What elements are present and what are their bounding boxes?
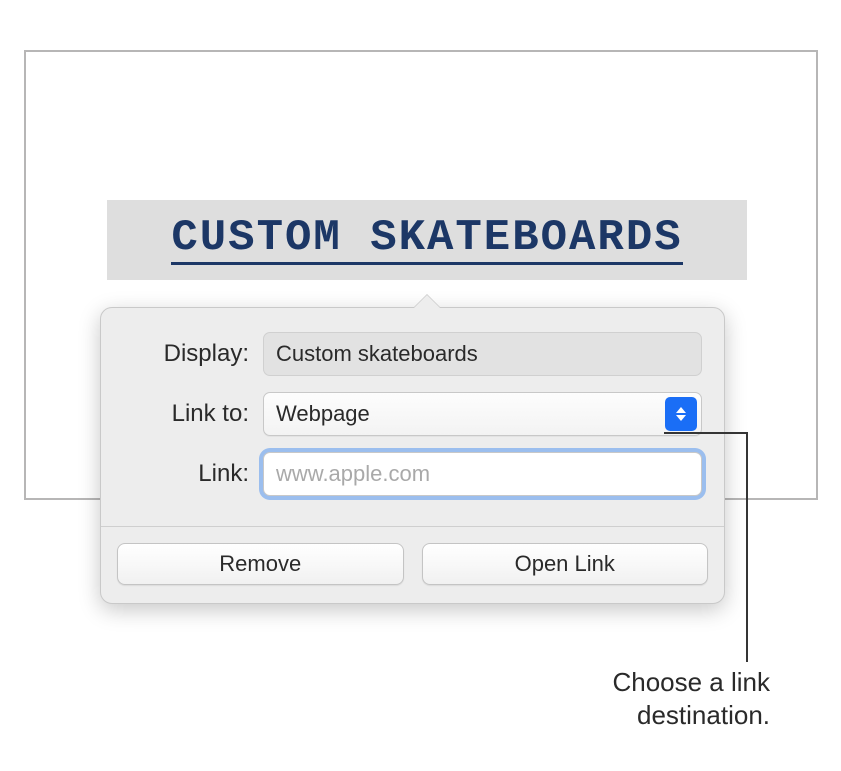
link-to-label: Link to: [123, 400, 263, 428]
link-to-select-value: Webpage [276, 401, 370, 427]
stepper-icon [665, 397, 697, 431]
open-link-button[interactable]: Open Link [422, 543, 709, 585]
link-to-select[interactable]: Webpage [263, 392, 702, 436]
callout-connector [664, 432, 748, 434]
link-editor-popover: Display: Custom skateboards Link to: Web… [100, 307, 725, 604]
link-url-input[interactable] [263, 452, 702, 496]
display-field-value: Custom skateboards [276, 341, 478, 367]
display-field[interactable]: Custom skateboards [263, 332, 702, 376]
callout-connector [746, 432, 748, 662]
hyperlink-text-selection[interactable]: CUSTOM SKATEBOARDS [107, 200, 747, 280]
hyperlink-text: CUSTOM SKATEBOARDS [171, 215, 682, 264]
link-label: Link: [123, 460, 263, 488]
display-label: Display: [123, 340, 263, 368]
remove-button[interactable]: Remove [117, 543, 404, 585]
callout-text: Choose a link destination. [520, 666, 770, 733]
